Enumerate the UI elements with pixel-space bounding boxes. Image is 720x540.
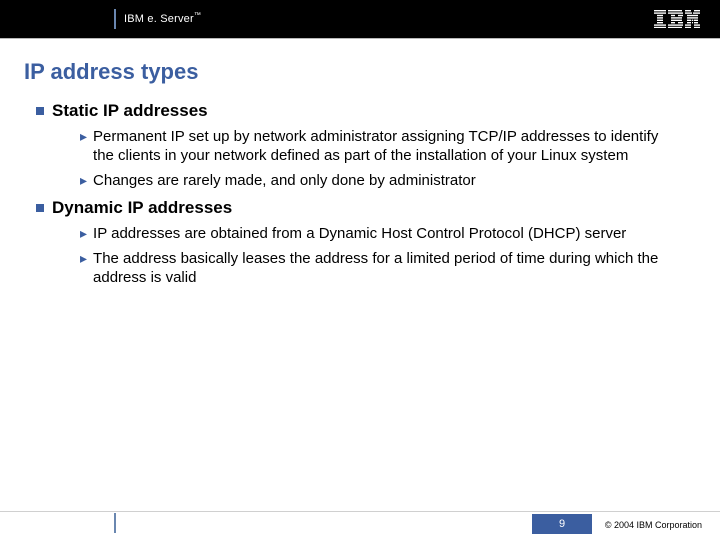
section-heading: Dynamic IP addresses [52, 198, 232, 218]
footer-separator [114, 513, 116, 533]
bullet-text: Changes are rarely made, and only done b… [93, 171, 476, 190]
section-heading: Static IP addresses [52, 101, 208, 121]
ibm-logo-icon [654, 10, 700, 28]
section-dynamic: Dynamic IP addresses ▸ IP addresses are … [24, 198, 696, 287]
bullet-text: IP addresses are obtained from a Dynamic… [93, 224, 626, 243]
page-number-badge: 9 [532, 514, 592, 534]
list-item: ▸ IP addresses are obtained from a Dynam… [80, 224, 676, 243]
section-static: Static IP addresses ▸ Permanent IP set u… [24, 101, 696, 190]
square-bullet-icon [36, 107, 44, 115]
arrow-bullet-icon: ▸ [80, 224, 87, 243]
header-bar: IBM e. Server™ [0, 0, 720, 38]
section-heading-row: Static IP addresses [36, 101, 696, 121]
header-separator [114, 9, 116, 29]
bullet-text: Permanent IP set up by network administr… [93, 127, 676, 165]
list-item: ▸ Changes are rarely made, and only done… [80, 171, 676, 190]
square-bullet-icon [36, 204, 44, 212]
page-title: IP address types [24, 59, 696, 85]
header-left: IBM e. Server™ [0, 0, 201, 38]
bullet-text: The address basically leases the address… [93, 249, 676, 287]
trademark-symbol: ™ [194, 12, 201, 19]
list-item: ▸ Permanent IP set up by network adminis… [80, 127, 676, 165]
arrow-bullet-icon: ▸ [80, 249, 87, 268]
arrow-bullet-icon: ▸ [80, 171, 87, 190]
section-heading-row: Dynamic IP addresses [36, 198, 696, 218]
brand-name: IBM e. Server [124, 13, 194, 25]
slide-content: IP address types Static IP addresses ▸ P… [0, 39, 720, 287]
page-number: 9 [559, 518, 565, 530]
arrow-bullet-icon: ▸ [80, 127, 87, 146]
list-item: ▸ The address basically leases the addre… [80, 249, 676, 287]
copyright-text: © 2004 IBM Corporation [605, 520, 702, 530]
footer-bar: 9 © 2004 IBM Corporation [0, 506, 720, 540]
brand-text: IBM e. Server™ [124, 13, 201, 25]
